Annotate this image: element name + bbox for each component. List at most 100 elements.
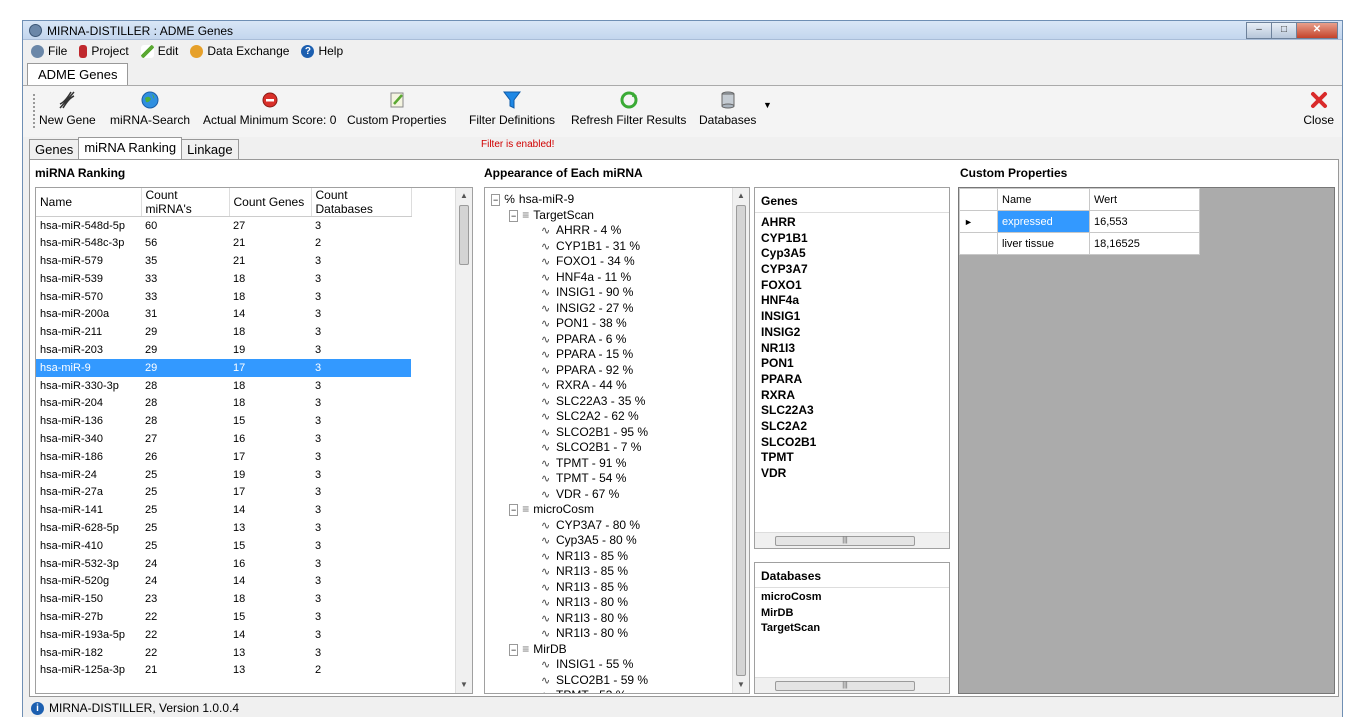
name-cell[interactable]: hsa-miR-204: [36, 394, 141, 412]
table-row[interactable]: hsa-miR-27b 22 15 3: [36, 608, 411, 626]
count-databases-cell[interactable]: 3: [311, 626, 411, 644]
count-genes-cell[interactable]: 19: [229, 341, 311, 359]
count-mirnas-cell[interactable]: 22: [141, 626, 229, 644]
count-databases-cell[interactable]: 3: [311, 252, 411, 270]
gene-list-item[interactable]: HNF4a: [755, 293, 949, 309]
count-genes-cell[interactable]: 18: [229, 590, 311, 608]
count-mirnas-cell[interactable]: 22: [141, 608, 229, 626]
count-genes-cell[interactable]: 13: [229, 519, 311, 537]
count-genes-cell[interactable]: 14: [229, 305, 311, 323]
count-databases-cell[interactable]: 3: [311, 466, 411, 484]
scroll-down-arrow[interactable]: ▼: [456, 677, 472, 693]
menu-edit[interactable]: Edit: [140, 44, 178, 58]
tree-gene-node[interactable]: ∿ SLC22A3 - 35 %: [541, 394, 645, 409]
column-header-count-genes[interactable]: Count Genes: [229, 188, 312, 217]
tree-gene-node[interactable]: ∿ INSIG2 - 27 %: [541, 301, 633, 316]
tree-gene-node[interactable]: ∿ NR1I3 - 85 %: [541, 564, 628, 579]
name-cell[interactable]: hsa-miR-548d-5p: [36, 217, 141, 235]
name-cell[interactable]: hsa-miR-520g: [36, 572, 141, 590]
count-databases-cell[interactable]: 3: [311, 412, 411, 430]
tree-gene-node[interactable]: ∿ NR1I3 - 85 %: [541, 549, 628, 564]
count-databases-cell[interactable]: 3: [311, 288, 411, 306]
tab-genes[interactable]: Genes: [29, 139, 80, 159]
tree-gene-node[interactable]: ∿ AHRR - 4 %: [541, 223, 621, 238]
gene-list-item[interactable]: TPMT: [755, 450, 949, 466]
tree-scroll-up-arrow[interactable]: ▲: [733, 188, 749, 204]
count-databases-cell[interactable]: 3: [311, 430, 411, 448]
count-mirnas-cell[interactable]: 21: [141, 661, 229, 679]
tab-linkage[interactable]: Linkage: [181, 139, 239, 159]
count-genes-cell[interactable]: 18: [229, 394, 311, 412]
tree-scroll-down-arrow[interactable]: ▼: [733, 677, 749, 693]
gene-list-item[interactable]: SLCO2B1: [755, 435, 949, 451]
tree-gene-node[interactable]: ∿ PPARA - 92 %: [541, 363, 633, 378]
count-genes-cell[interactable]: 21: [229, 234, 311, 252]
count-mirnas-cell[interactable]: 60: [141, 217, 229, 235]
name-cell[interactable]: hsa-miR-200a: [36, 305, 141, 323]
table-row[interactable]: hsa-miR-548d-5p 60 27 3: [36, 217, 411, 235]
gene-list-item[interactable]: INSIG1: [755, 309, 949, 325]
count-databases-cell[interactable]: 3: [311, 394, 411, 412]
count-genes-cell[interactable]: 18: [229, 288, 311, 306]
databases-horizontal-scrollbar[interactable]: |||: [755, 677, 949, 693]
count-mirnas-cell[interactable]: 25: [141, 466, 229, 484]
new-gene-button[interactable]: New Gene: [39, 90, 96, 127]
count-genes-cell[interactable]: 17: [229, 483, 311, 501]
tree-gene-node[interactable]: ∿ CYP1B1 - 31 %: [541, 239, 640, 254]
count-databases-cell[interactable]: 3: [311, 555, 411, 573]
count-mirnas-cell[interactable]: 35: [141, 252, 229, 270]
property-value-cell[interactable]: 18,16525: [1089, 232, 1200, 255]
property-name-cell[interactable]: expressed: [997, 210, 1090, 233]
name-cell[interactable]: hsa-miR-150: [36, 590, 141, 608]
count-databases-cell[interactable]: 3: [311, 217, 411, 235]
column-header-name[interactable]: Name: [36, 188, 142, 217]
table-row[interactable]: hsa-miR-330-3p 28 18 3: [36, 377, 411, 395]
property-row[interactable]: ► expressed 16,553: [959, 210, 1200, 233]
scroll-thumb[interactable]: [459, 205, 469, 265]
name-cell[interactable]: hsa-miR-27b: [36, 608, 141, 626]
count-genes-cell[interactable]: 13: [229, 644, 311, 662]
count-mirnas-cell[interactable]: 27: [141, 430, 229, 448]
property-name-cell[interactable]: liver tissue: [997, 232, 1090, 255]
table-row[interactable]: hsa-miR-24 25 19 3: [36, 466, 411, 484]
tree-gene-node[interactable]: ∿ SLCO2B1 - 7 %: [541, 440, 641, 455]
name-cell[interactable]: hsa-miR-9: [36, 358, 141, 377]
tree-gene-node[interactable]: ∿ VDR - 67 %: [541, 487, 619, 502]
count-genes-cell[interactable]: 17: [229, 358, 311, 377]
count-mirnas-cell[interactable]: 29: [141, 323, 229, 341]
count-genes-cell[interactable]: 21: [229, 252, 311, 270]
gene-list-item[interactable]: CYP1B1: [755, 231, 949, 247]
gene-list-item[interactable]: PON1: [755, 356, 949, 372]
actual-minimum-score-button[interactable]: Actual Minimum Score: 0: [203, 90, 336, 127]
count-databases-cell[interactable]: 3: [311, 323, 411, 341]
table-row[interactable]: hsa-miR-150 23 18 3: [36, 590, 411, 608]
tree-gene-node[interactable]: ∿ SLC2A2 - 62 %: [541, 409, 639, 424]
genes-scroll-thumb[interactable]: |||: [775, 536, 915, 546]
table-row[interactable]: hsa-miR-579 35 21 3: [36, 252, 411, 270]
count-genes-cell[interactable]: 19: [229, 466, 311, 484]
close-button[interactable]: Close: [1303, 90, 1334, 127]
count-databases-cell[interactable]: 3: [311, 572, 411, 590]
tree-gene-node[interactable]: ∿ PON1 - 38 %: [541, 316, 627, 331]
table-row[interactable]: hsa-miR-203 29 19 3: [36, 341, 411, 359]
name-cell[interactable]: hsa-miR-579: [36, 252, 141, 270]
count-genes-cell[interactable]: 14: [229, 572, 311, 590]
count-databases-cell[interactable]: 3: [311, 608, 411, 626]
name-cell[interactable]: hsa-miR-570: [36, 288, 141, 306]
gene-list-item[interactable]: RXRA: [755, 388, 949, 404]
count-databases-cell[interactable]: 3: [311, 590, 411, 608]
count-databases-cell[interactable]: 3: [311, 377, 411, 395]
table-row[interactable]: hsa-miR-548c-3p 56 21 2: [36, 234, 411, 252]
table-row[interactable]: hsa-miR-211 29 18 3: [36, 323, 411, 341]
count-mirnas-cell[interactable]: 25: [141, 519, 229, 537]
table-row[interactable]: hsa-miR-136 28 15 3: [36, 412, 411, 430]
gene-list-item[interactable]: INSIG2: [755, 325, 949, 341]
gene-list-item[interactable]: PPARA: [755, 372, 949, 388]
tree-gene-node[interactable]: ∿ PPARA - 15 %: [541, 347, 633, 362]
count-genes-cell[interactable]: 17: [229, 448, 311, 466]
tab-mirna-ranking[interactable]: miRNA Ranking: [78, 137, 183, 159]
table-row[interactable]: hsa-miR-9 29 17 3: [36, 358, 411, 377]
tree-vertical-scrollbar[interactable]: ▲ ▼: [732, 188, 749, 693]
name-cell[interactable]: hsa-miR-125a-3p: [36, 661, 141, 679]
name-cell[interactable]: hsa-miR-186: [36, 448, 141, 466]
